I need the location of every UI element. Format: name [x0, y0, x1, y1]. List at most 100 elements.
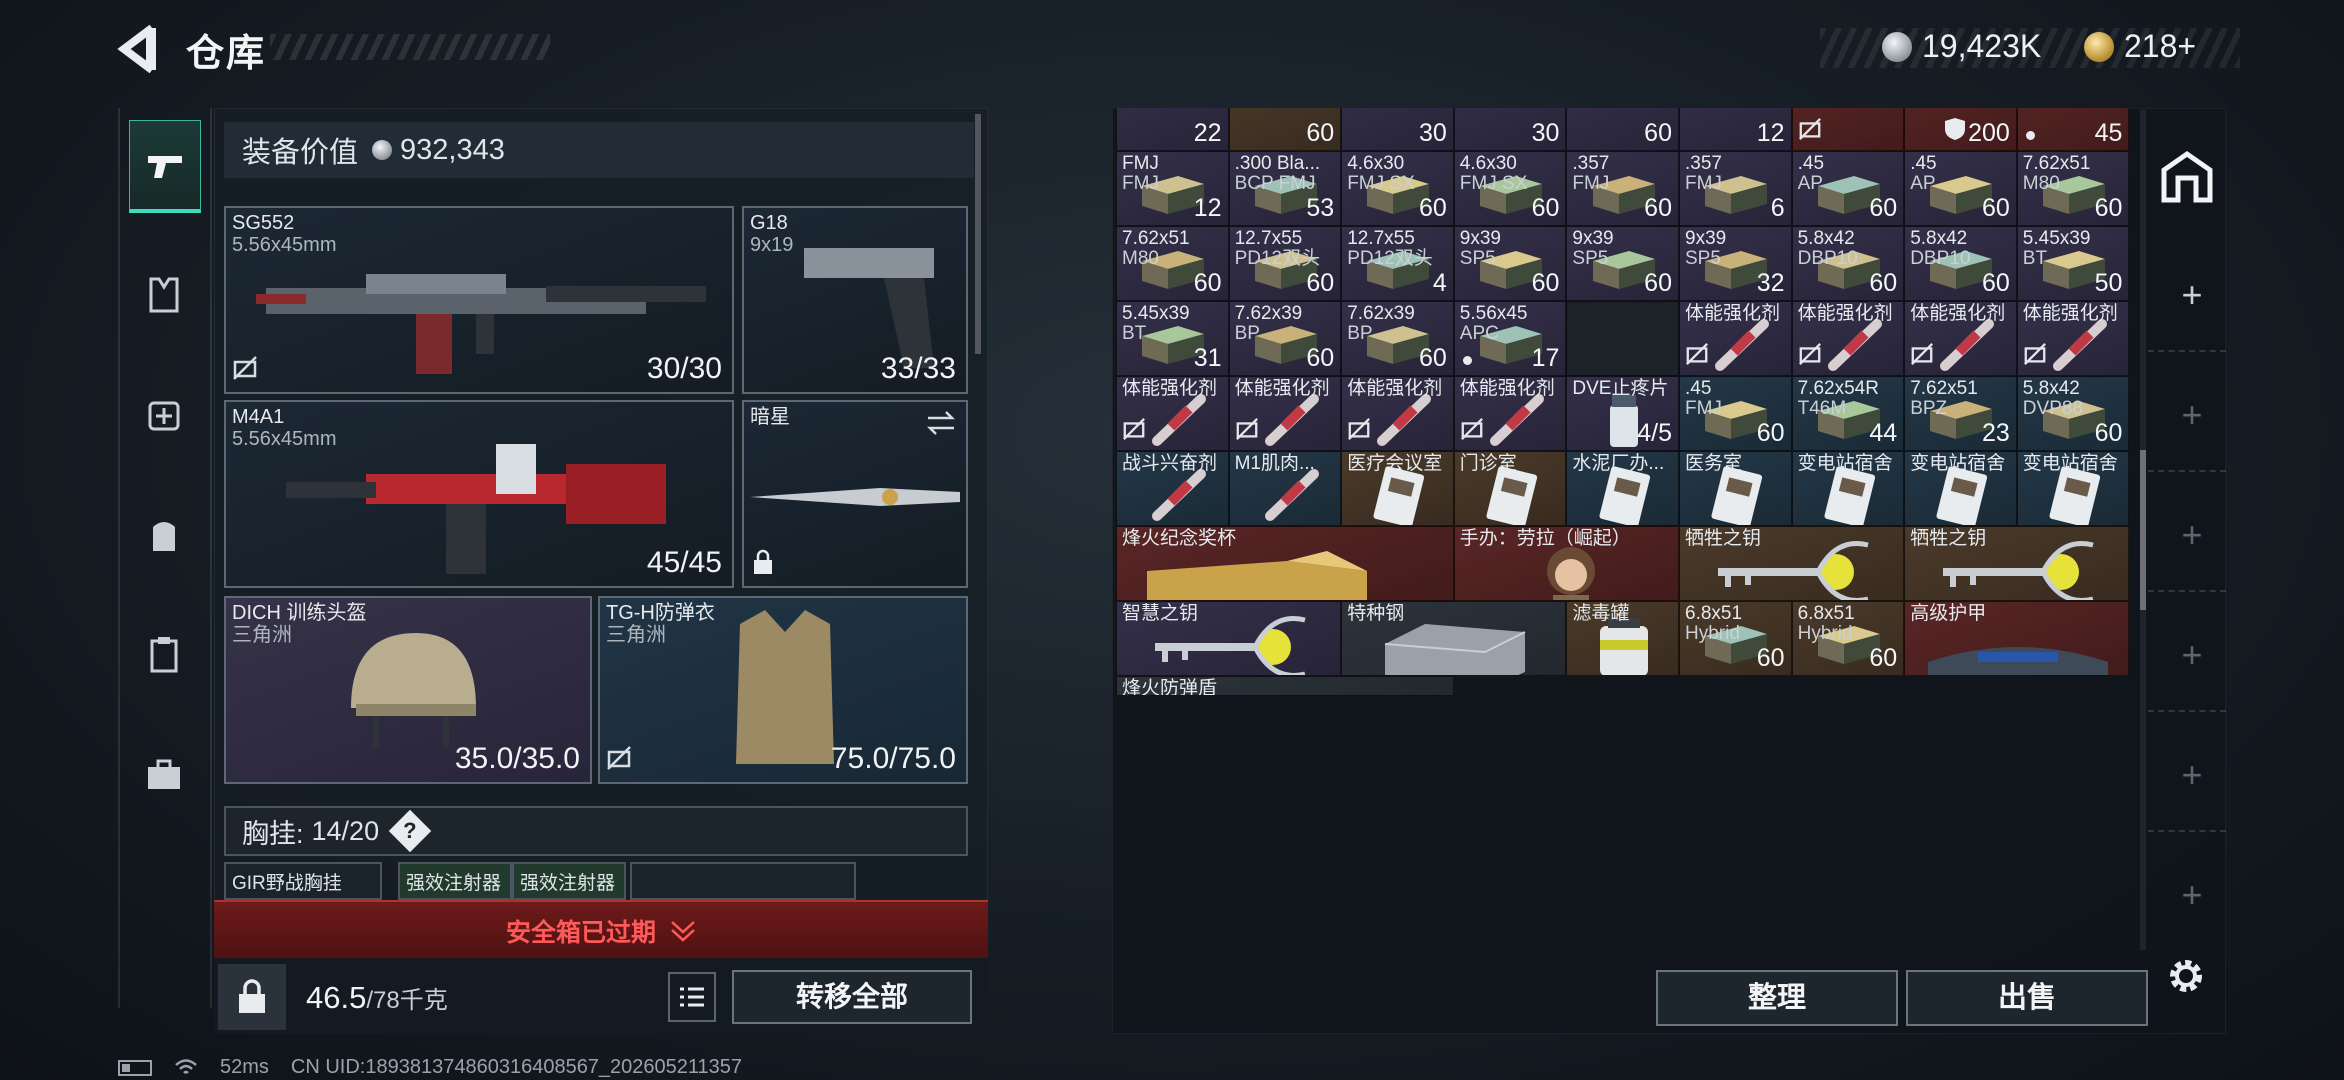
storage-item[interactable]: 体能强化剂: [1228, 376, 1342, 451]
storage-item[interactable]: 体能强化剂: [2016, 301, 2130, 376]
storage-item[interactable]: 体能强化剂: [1341, 376, 1454, 451]
storage-tab[interactable]: [2160, 150, 2214, 204]
storage-item[interactable]: 体能强化剂: [1904, 301, 2017, 376]
storage-item[interactable]: [1566, 301, 1679, 376]
storage-item[interactable]: 水泥厂办...: [1566, 451, 1679, 526]
storage-item[interactable]: 12.7x55 PD12双头 60: [1228, 226, 1342, 301]
storage-item[interactable]: .357 FMJ 60: [1566, 151, 1679, 226]
storage-item-partial[interactable]: 烽火防弹盾: [1116, 676, 1454, 696]
tab-documents[interactable]: [129, 610, 199, 698]
storage-item[interactable]: 45: [2016, 108, 2130, 151]
tab-medical[interactable]: [129, 370, 199, 458]
add-storage-icon[interactable]: +: [2172, 874, 2212, 916]
storage-item[interactable]: 9x39 SP5 60: [1453, 226, 1567, 301]
storage-item-large[interactable]: 手办：劳拉（崛起）: [1453, 526, 1679, 601]
storage-item-large[interactable]: 滤毒罐: [1566, 601, 1679, 676]
storage-item[interactable]: 7.62x54R T46M 44: [1791, 376, 1905, 451]
storage-item[interactable]: 9x39 SP5 32: [1679, 226, 1792, 301]
chest-slot-empty[interactable]: [630, 862, 856, 900]
loadout-scrollbar[interactable]: [975, 114, 981, 354]
storage-item[interactable]: 体能强化剂: [1679, 301, 1792, 376]
swap-icon[interactable]: [926, 410, 956, 441]
storage-item[interactable]: 7.62x51 M80 60: [2016, 151, 2130, 226]
storage-item[interactable]: .45 AP 60: [1904, 151, 2017, 226]
sell-button[interactable]: 出售: [1906, 970, 2148, 1026]
tab-armor[interactable]: [129, 250, 199, 338]
storage-item[interactable]: 9x39 SP5 60: [1566, 226, 1679, 301]
storage-item[interactable]: 医疗会议室: [1341, 451, 1454, 526]
storage-item-large[interactable]: 烽火纪念奖杯: [1116, 526, 1454, 601]
secondary-weapon-slot[interactable]: M4A1 5.56x45mm 45/45: [224, 400, 734, 588]
tab-backpack[interactable]: [129, 490, 199, 578]
storage-item[interactable]: 12.7x55 PD12双头 4: [1341, 226, 1454, 301]
back-button[interactable]: [112, 22, 170, 76]
storage-item[interactable]: .45 AP 60: [1791, 151, 1905, 226]
storage-item[interactable]: 12: [1679, 108, 1792, 151]
storage-item[interactable]: 5.8x42 DBP10 60: [1904, 226, 2017, 301]
gold-currency[interactable]: 218+: [2084, 28, 2196, 65]
storage-item[interactable]: 7.62x39 BP 60: [1341, 301, 1454, 376]
storage-item[interactable]: 5.8x42 DBP10 60: [1791, 226, 1905, 301]
add-storage-icon[interactable]: +: [2172, 274, 2212, 316]
storage-item[interactable]: .45 FMJ 60: [1679, 376, 1792, 451]
storage-item[interactable]: 体能强化剂: [1453, 376, 1567, 451]
storage-item[interactable]: 200: [1904, 108, 2017, 151]
add-storage-icon[interactable]: +: [2172, 514, 2212, 556]
safebox-expired-banner[interactable]: 安全箱已过期: [214, 900, 988, 960]
chest-slot-item[interactable]: 强效注射器: [398, 862, 512, 900]
storage-scroll-thumb[interactable]: [2140, 450, 2146, 610]
storage-item-large[interactable]: 智慧之钥: [1116, 601, 1342, 676]
sort-button[interactable]: 整理: [1656, 970, 1898, 1026]
storage-item[interactable]: 7.62x51 M80 60: [1116, 226, 1229, 301]
storage-item[interactable]: 门诊室: [1453, 451, 1567, 526]
add-storage-icon[interactable]: +: [2172, 634, 2212, 676]
storage-item[interactable]: 4.6x30 FMJ SX 60: [1453, 151, 1567, 226]
storage-item[interactable]: 60: [1566, 108, 1679, 151]
storage-item[interactable]: 7.62x51 BPZ 23: [1904, 376, 2017, 451]
pistol-slot[interactable]: G18 9x19 33/33: [742, 206, 968, 394]
storage-item[interactable]: 5.45x39 BT 31: [1116, 301, 1229, 376]
storage-item[interactable]: 体能强化剂: [1116, 376, 1229, 451]
storage-item[interactable]: M1肌肉...: [1228, 451, 1342, 526]
transfer-all-button[interactable]: 转移全部: [732, 970, 972, 1024]
storage-item[interactable]: 30: [1341, 108, 1454, 151]
tab-collectibles[interactable]: [129, 730, 199, 818]
chest-rig-item[interactable]: GIR野战胸挂 全球印象: [224, 862, 382, 919]
storage-item[interactable]: 医务室: [1679, 451, 1792, 526]
melee-slot[interactable]: 暗星: [742, 400, 968, 588]
chest-slot-item[interactable]: 强效注射器: [512, 862, 626, 900]
storage-item[interactable]: [1791, 108, 1905, 151]
storage-item[interactable]: .300 Bla... BCP FMJ 53: [1228, 151, 1342, 226]
storage-item[interactable]: 体能强化剂: [1791, 301, 1905, 376]
primary-weapon-slot[interactable]: SG552 5.56x45mm 30/30: [224, 206, 734, 394]
help-button[interactable]: ?: [388, 809, 432, 853]
storage-item[interactable]: 30: [1453, 108, 1567, 151]
storage-item[interactable]: 7.62x39 BP 60: [1228, 301, 1342, 376]
storage-item[interactable]: 战斗兴奋剂: [1116, 451, 1229, 526]
storage-item[interactable]: .357 FMJ 6: [1679, 151, 1792, 226]
storage-item[interactable]: 5.8x42 DVP88 60: [2016, 376, 2130, 451]
add-storage-icon[interactable]: +: [2172, 754, 2212, 796]
storage-item-large[interactable]: 6.8x51 Hybrid 60: [1679, 601, 1792, 676]
storage-item-large[interactable]: 牺牲之钥: [1679, 526, 1905, 601]
silver-currency[interactable]: 19,423K: [1882, 28, 2041, 65]
storage-item[interactable]: FMJ FMJ 12: [1116, 151, 1229, 226]
weight-lock-button[interactable]: [218, 964, 286, 1030]
storage-item-large[interactable]: 特种钢: [1341, 601, 1567, 676]
storage-item[interactable]: 5.56x45 APC 17: [1453, 301, 1567, 376]
settings-button[interactable]: [2162, 952, 2210, 1000]
storage-item[interactable]: 变电站宿舍: [1791, 451, 1905, 526]
add-storage-icon[interactable]: +: [2172, 394, 2212, 436]
list-view-button[interactable]: [668, 972, 716, 1022]
tab-weapons[interactable]: [129, 120, 201, 213]
helmet-slot[interactable]: DICH 训练头盔 三角洲 35.0/35.0: [224, 596, 592, 784]
storage-item[interactable]: DVE止疼片 4/5: [1566, 376, 1679, 451]
storage-item[interactable]: 22: [1116, 108, 1229, 151]
storage-item[interactable]: 变电站宿舍: [2016, 451, 2130, 526]
storage-item[interactable]: 变电站宿舍: [1904, 451, 2017, 526]
storage-item-large[interactable]: 高级护甲: [1904, 601, 2130, 676]
storage-item[interactable]: 4.6x30 FMJ SX 60: [1341, 151, 1454, 226]
storage-item[interactable]: 5.45x39 BT 50: [2016, 226, 2130, 301]
storage-item[interactable]: 60: [1228, 108, 1342, 151]
storage-item-large[interactable]: 牺牲之钥: [1904, 526, 2130, 601]
